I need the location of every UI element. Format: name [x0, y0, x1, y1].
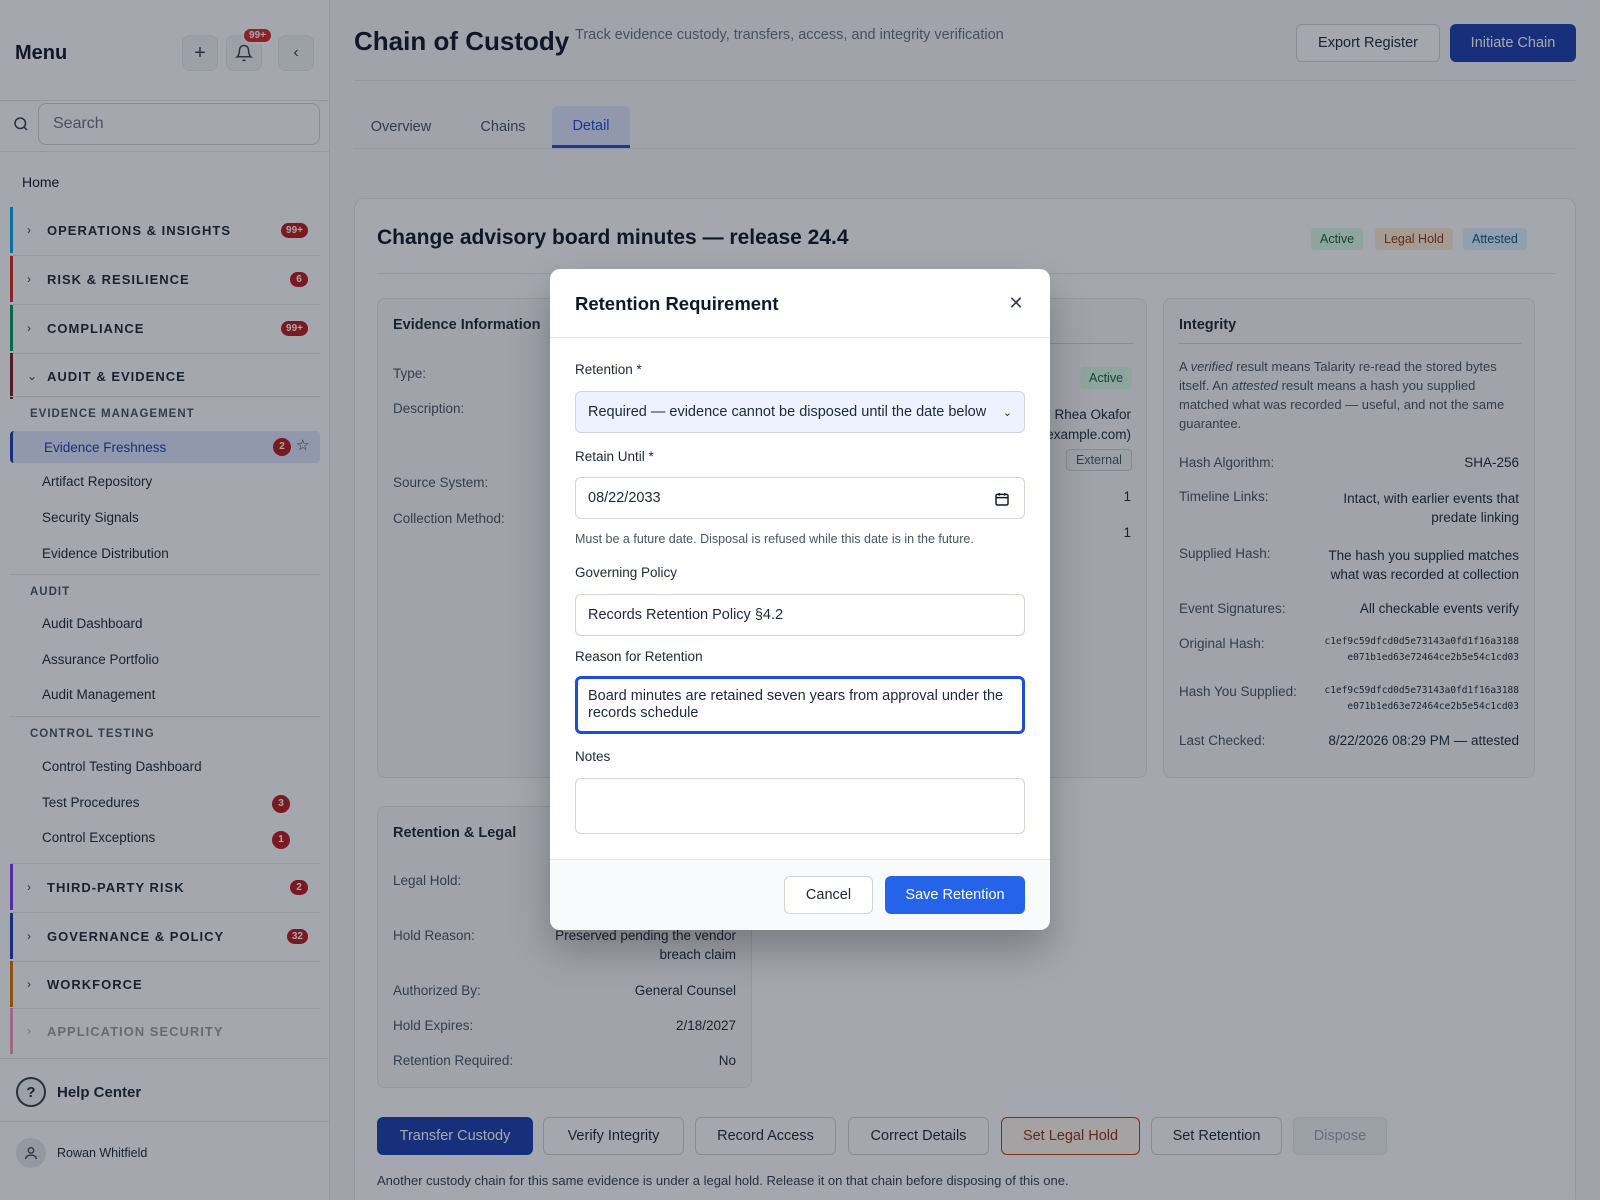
chevron-down-icon: ⌄ — [1002, 406, 1012, 419]
cancel-button[interactable]: Cancel — [784, 876, 873, 914]
save-retention-button[interactable]: Save Retention — [885, 876, 1025, 914]
retention-select[interactable]: Required — evidence cannot be disposed u… — [575, 391, 1025, 433]
retention-label: Retention * — [575, 362, 642, 377]
divider — [550, 337, 1050, 338]
governing-policy-label: Governing Policy — [575, 565, 678, 580]
dialog-footer: Cancel Save Retention — [550, 859, 1050, 930]
retention-selected-value: Required — evidence cannot be disposed u… — [588, 404, 987, 420]
retention-requirement-dialog: Retention Requirement ✕ Retention * Requ… — [550, 269, 1050, 930]
retain-until-help: Must be a future date. Disposal is refus… — [575, 532, 974, 546]
retain-until-value: 08/22/2033 — [588, 490, 661, 506]
calendar-icon[interactable] — [994, 491, 1010, 507]
retain-until-label: Retain Until * — [575, 449, 654, 464]
close-icon[interactable]: ✕ — [1004, 291, 1028, 315]
governing-policy-input[interactable]: Records Retention Policy §4.2 — [575, 594, 1025, 636]
dialog-title: Retention Requirement — [575, 293, 779, 314]
reason-textarea[interactable]: Board minutes are retained seven years f… — [575, 676, 1025, 734]
notes-label: Notes — [575, 749, 611, 764]
reason-label: Reason for Retention — [575, 649, 703, 664]
retain-until-date-input[interactable]: 08/22/2033 — [575, 477, 1025, 519]
notes-textarea[interactable] — [575, 778, 1025, 834]
